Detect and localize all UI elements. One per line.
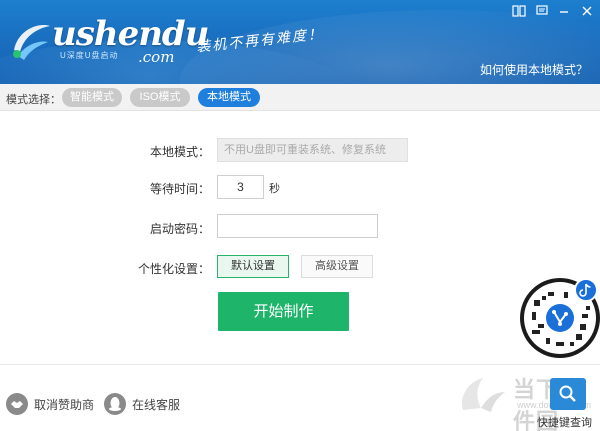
wait-time-input[interactable]: 3 [217, 175, 264, 199]
wait-time-label: 等待时间： [149, 182, 210, 196]
search-icon [559, 385, 576, 402]
cancel-sponsor-label: 取消赞助商 [34, 397, 95, 412]
online-service-label: 在线客服 [132, 397, 181, 412]
mode-bar: 模式选择： 智能模式 ISO模式 本地模式 [0, 84, 600, 111]
personalize-label: 个性化设置： [137, 262, 210, 276]
brand-domain: .com [138, 48, 175, 66]
password-input[interactable] [217, 214, 378, 238]
skin-icon [512, 5, 526, 17]
wait-time-unit: 秒 [269, 183, 280, 195]
message-icon [536, 5, 548, 15]
tab-iso-mode[interactable]: ISO模式 [130, 88, 190, 107]
start-button[interactable]: 开始制作 [218, 292, 349, 331]
logo-swirl-icon [13, 25, 50, 60]
brand-subtitle: U深度U盘启动 [60, 51, 119, 60]
shortcut-search-button[interactable] [550, 378, 586, 410]
watermark-logo-icon [461, 378, 505, 412]
password-label: 启动密码： [149, 222, 210, 236]
close-icon [582, 6, 592, 16]
tiktok-badge-icon [574, 278, 598, 302]
skin-button[interactable] [508, 0, 530, 22]
close-button[interactable] [576, 0, 598, 22]
app-header: ushendu U深度U盘启动 .com 装机不再有难度！ 如何使用本地模式？ [0, 0, 600, 84]
mode-label: 模式选择： [6, 94, 61, 106]
tab-smart-mode[interactable]: 智能模式 [62, 88, 122, 107]
tab-local-mode[interactable]: 本地模式 [198, 88, 260, 107]
shortcut-query-link[interactable]: 快捷键查询 [537, 414, 592, 430]
online-service-button[interactable]: 在线客服 [104, 393, 180, 415]
minimize-button[interactable] [553, 0, 575, 22]
handshake-icon [6, 393, 28, 415]
advanced-settings-button[interactable]: 高级设置 [301, 255, 373, 278]
penguin-icon [104, 393, 126, 415]
minimize-icon [560, 11, 568, 13]
local-mode-field: 不用U盘即可重装系统、修复系统 [217, 138, 408, 162]
brand-name: ushendu [52, 14, 209, 54]
help-link[interactable]: 如何使用本地模式？ [480, 61, 588, 78]
local-mode-label: 本地模式： [149, 145, 210, 159]
brand-logo: ushendu U深度U盘启动 .com [8, 12, 209, 68]
menu-button[interactable] [531, 0, 553, 22]
footer-divider [0, 364, 600, 365]
default-settings-button[interactable]: 默认设置 [217, 255, 289, 278]
cancel-sponsor-button[interactable]: 取消赞助商 [6, 393, 94, 415]
